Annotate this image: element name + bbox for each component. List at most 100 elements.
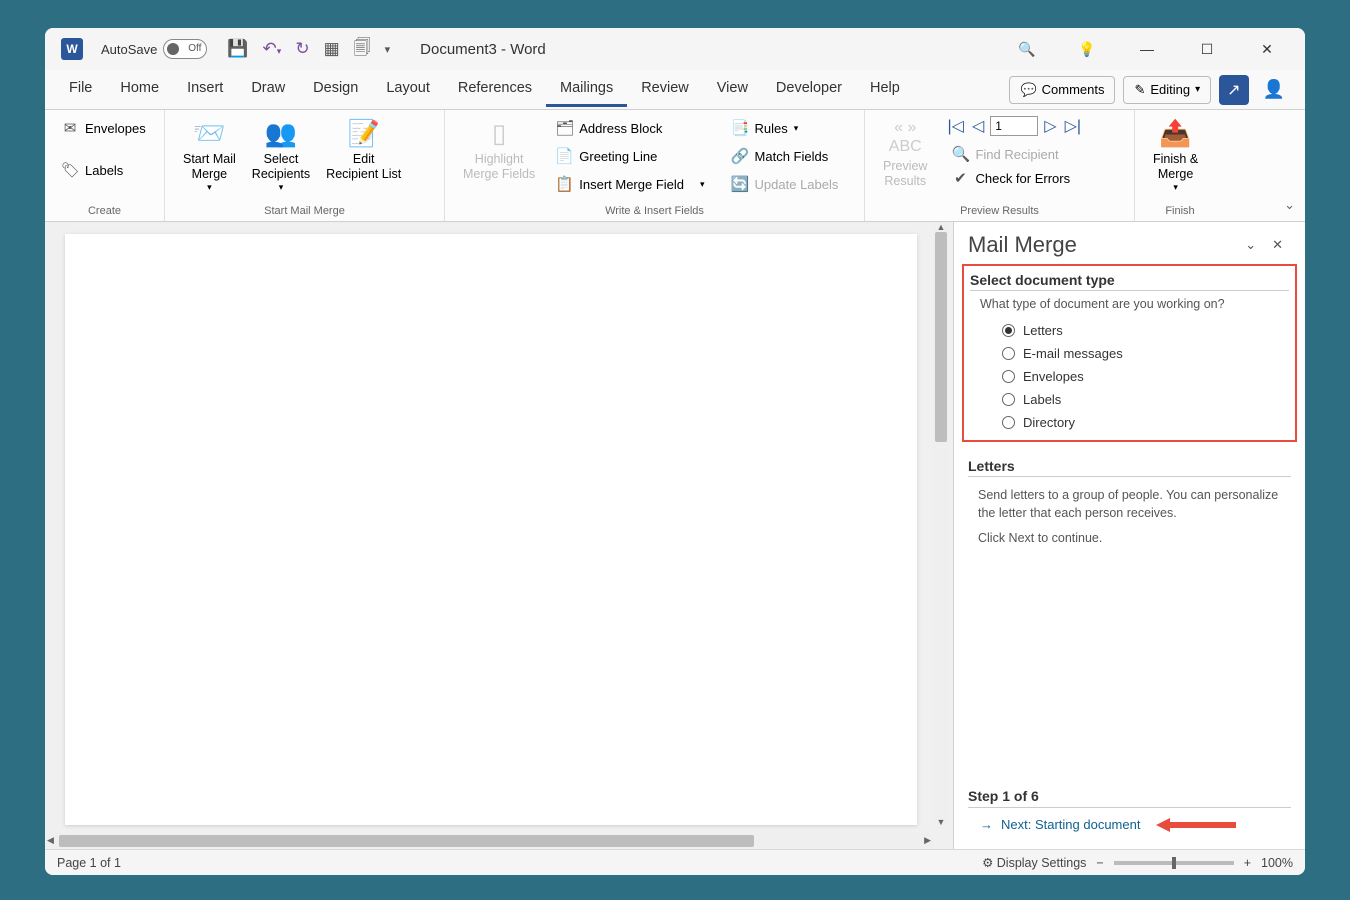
undo-icon[interactable]: ↶▾ bbox=[263, 39, 282, 59]
content-area: ▲ ▼ ◀ ▶ Mail Merge ⌄ ✕ Select document t… bbox=[45, 222, 1305, 849]
collapse-ribbon-button[interactable]: ⌄ bbox=[1284, 197, 1295, 213]
search-icon[interactable]: 🔍 bbox=[1012, 41, 1042, 58]
word-icon: W bbox=[61, 38, 83, 60]
hscroll-thumb[interactable] bbox=[59, 835, 754, 847]
tab-mailings[interactable]: Mailings bbox=[546, 72, 627, 107]
minimize-button[interactable]: — bbox=[1132, 41, 1162, 57]
label-icon: 🏷 bbox=[61, 161, 79, 179]
envelope-icon: ✉ bbox=[61, 119, 79, 137]
autosave-group: AutoSave Off bbox=[101, 39, 207, 59]
record-number-input[interactable] bbox=[990, 116, 1038, 136]
editing-mode-button[interactable]: ✎ Editing ▾ bbox=[1123, 76, 1211, 104]
redo-icon[interactable]: ↻ bbox=[295, 39, 309, 59]
check-errors-button[interactable]: ✔Check for Errors bbox=[945, 166, 1083, 190]
tab-help[interactable]: Help bbox=[856, 72, 914, 107]
greeting-line-button[interactable]: 📄Greeting Line bbox=[549, 144, 710, 168]
address-icon: 🗂 bbox=[555, 119, 573, 137]
radio-label: E-mail messages bbox=[1023, 346, 1123, 361]
last-record-button[interactable]: ▷| bbox=[1063, 116, 1083, 136]
zoom-out-button[interactable]: − bbox=[1096, 856, 1103, 870]
comment-icon: 💬 bbox=[1020, 82, 1036, 98]
radio-envelopes[interactable]: Envelopes bbox=[970, 365, 1289, 388]
taskpane-close-button[interactable]: ✕ bbox=[1264, 233, 1291, 257]
vscroll-thumb[interactable] bbox=[935, 232, 947, 442]
preview-results-button[interactable]: « »ABCPreview Results bbox=[875, 116, 935, 191]
tab-layout[interactable]: Layout bbox=[372, 72, 444, 107]
match-fields-button[interactable]: 🔗Match Fields bbox=[725, 144, 845, 168]
select-recipients-button[interactable]: 👥Select Recipients▾ bbox=[244, 116, 318, 195]
arrow-right-icon: → bbox=[980, 817, 993, 832]
find-recipient-button[interactable]: 🔍Find Recipient bbox=[945, 142, 1083, 166]
tab-insert[interactable]: Insert bbox=[173, 72, 237, 107]
customize-qat-icon[interactable]: ▾ bbox=[385, 43, 391, 56]
first-record-button[interactable]: |◁ bbox=[945, 116, 965, 136]
check-icon: ✔ bbox=[951, 169, 969, 187]
group-start-mail-merge: 📨Start Mail Merge▾ 👥Select Recipients▾ 📝… bbox=[165, 110, 445, 221]
next-record-button[interactable]: ▷ bbox=[1042, 116, 1058, 136]
finish-merge-button[interactable]: 📤Finish & Merge▾ bbox=[1145, 116, 1206, 195]
radio-icon bbox=[1002, 370, 1015, 383]
mail-merge-taskpane: Mail Merge ⌄ ✕ Select document type What… bbox=[953, 222, 1305, 849]
envelopes-button[interactable]: ✉Envelopes bbox=[55, 116, 152, 140]
rules-button[interactable]: 📑Rules▾ bbox=[725, 116, 845, 140]
address-block-button[interactable]: 🗂Address Block bbox=[549, 116, 710, 140]
edit-recipient-list-button[interactable]: 📝Edit Recipient List bbox=[318, 116, 409, 184]
table-icon[interactable]: ▦ bbox=[324, 39, 340, 59]
radio-directory[interactable]: Directory bbox=[970, 411, 1289, 434]
scroll-down-icon[interactable]: ▼ bbox=[935, 817, 947, 829]
zoom-in-button[interactable]: + bbox=[1244, 856, 1251, 870]
group-preview-results: « »ABCPreview Results |◁ ◁ ▷ ▷| 🔍Find Re… bbox=[865, 110, 1135, 221]
autosave-toggle[interactable]: Off bbox=[163, 39, 207, 59]
tab-design[interactable]: Design bbox=[299, 72, 372, 107]
close-button[interactable]: ✕ bbox=[1252, 41, 1282, 58]
zoom-level[interactable]: 100% bbox=[1261, 856, 1293, 870]
tab-home[interactable]: Home bbox=[106, 72, 173, 107]
lightbulb-icon[interactable]: 💡 bbox=[1072, 41, 1102, 58]
prev-record-button[interactable]: ◁ bbox=[970, 116, 986, 136]
scroll-left-icon[interactable]: ◀ bbox=[47, 835, 54, 846]
display-settings-button[interactable]: ⚙ Display Settings bbox=[982, 855, 1086, 870]
greeting-icon: 📄 bbox=[555, 147, 573, 165]
radio-icon bbox=[1002, 416, 1015, 429]
finish-icon: 📤 bbox=[1159, 118, 1191, 149]
scroll-right-icon[interactable]: ▶ bbox=[924, 835, 931, 846]
page-indicator[interactable]: Page 1 of 1 bbox=[57, 856, 121, 870]
taskpane-dropdown-icon[interactable]: ⌄ bbox=[1237, 233, 1264, 257]
doc-icon[interactable]: 🗐 bbox=[354, 35, 371, 64]
zoom-slider[interactable] bbox=[1114, 861, 1234, 865]
start-mail-merge-button[interactable]: 📨Start Mail Merge▾ bbox=[175, 116, 244, 195]
field-icon: 📋 bbox=[555, 175, 573, 193]
tab-file[interactable]: File bbox=[55, 72, 106, 107]
match-icon: 🔗 bbox=[731, 147, 749, 165]
radio-e-mail-messages[interactable]: E-mail messages bbox=[970, 342, 1289, 365]
tab-view[interactable]: View bbox=[703, 72, 762, 107]
insert-merge-field-button[interactable]: 📋Insert Merge Field▾ bbox=[549, 172, 710, 196]
taskpane-title: Mail Merge bbox=[968, 232, 1237, 258]
maximize-button[interactable]: ☐ bbox=[1192, 41, 1222, 58]
account-icon[interactable]: 👤 bbox=[1263, 79, 1285, 100]
radio-labels[interactable]: Labels bbox=[970, 388, 1289, 411]
tab-draw[interactable]: Draw bbox=[237, 72, 299, 107]
vertical-scrollbar[interactable]: ▲ ▼ bbox=[933, 222, 949, 829]
labels-button[interactable]: 🏷Labels bbox=[55, 158, 152, 182]
radio-label: Labels bbox=[1023, 392, 1061, 407]
document-title: Document3 - Word bbox=[420, 41, 546, 58]
share-button[interactable]: ↗ bbox=[1219, 75, 1248, 105]
radio-icon bbox=[1002, 324, 1015, 337]
abc-icon: « »ABC bbox=[889, 118, 922, 156]
tab-references[interactable]: References bbox=[444, 72, 546, 107]
radio-letters[interactable]: Letters bbox=[970, 319, 1289, 342]
document-area: ▲ ▼ ◀ ▶ bbox=[45, 222, 953, 849]
document-page[interactable] bbox=[65, 234, 917, 825]
update-labels-button[interactable]: 🔄Update Labels bbox=[725, 172, 845, 196]
letters-description: Send letters to a group of people. You c… bbox=[968, 483, 1291, 526]
comments-button[interactable]: 💬 Comments bbox=[1009, 76, 1115, 104]
annotation-arrow bbox=[1156, 816, 1236, 833]
horizontal-scrollbar[interactable]: ◀ ▶ bbox=[45, 833, 933, 849]
save-icon[interactable]: 💾 bbox=[227, 39, 248, 59]
tab-review[interactable]: Review bbox=[627, 72, 703, 107]
radio-label: Directory bbox=[1023, 415, 1075, 430]
tab-developer[interactable]: Developer bbox=[762, 72, 856, 107]
highlight-merge-fields-button[interactable]: ▯Highlight Merge Fields bbox=[455, 116, 543, 184]
next-step-link[interactable]: → Next: Starting document bbox=[968, 816, 1291, 833]
